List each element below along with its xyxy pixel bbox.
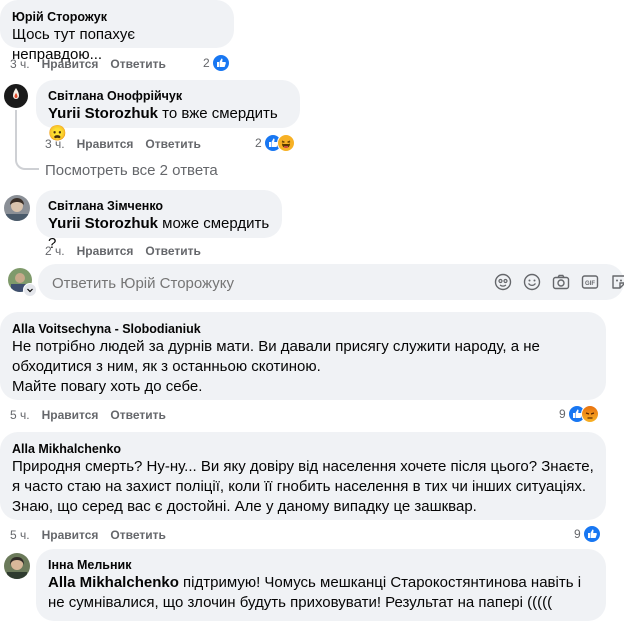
comment-text: Не потрібно людей за дурнів мати. Ви дав… [12, 338, 540, 395]
reply-input-container[interactable]: GIF [38, 264, 624, 302]
comment-bubble: Юрій Сторожук Щось тут попахує неправдою… [0, 0, 234, 63]
timestamp[interactable]: 5 ч. [10, 528, 30, 542]
comment-author[interactable]: Юрій Сторожук [12, 9, 222, 25]
reaction-count: 2 [255, 136, 262, 150]
comment-actions: 5 ч. Нравится Ответить [10, 408, 166, 422]
reply-button[interactable]: Ответить [110, 528, 165, 542]
angry-reaction-icon [580, 405, 599, 423]
mention-link[interactable]: Yurii Storozhuk [48, 215, 158, 232]
reaction-summary[interactable]: 2 [255, 134, 295, 152]
reaction-count: 9 [574, 527, 581, 541]
avatar-dropdown-icon[interactable] [23, 283, 37, 297]
camera-icon[interactable] [552, 273, 570, 291]
comment-actions: 2 ч. Нравится Ответить [45, 244, 201, 258]
like-button[interactable]: Нравится [42, 57, 99, 71]
svg-text:GIF: GIF [585, 281, 595, 287]
avatar[interactable] [4, 84, 28, 108]
reaction-summary[interactable]: 2 [203, 54, 230, 72]
comment-author[interactable]: Alla Voitsechyna - Slobodianiuk [12, 321, 594, 337]
comment-actions: 3 ч. Нравится Ответить [45, 137, 201, 151]
timestamp[interactable]: 5 ч. [10, 408, 30, 422]
avatar[interactable] [4, 553, 30, 579]
reaction-summary[interactable]: 9 [574, 525, 601, 543]
like-reaction-icon [211, 54, 230, 72]
reply-button[interactable]: Ответить [145, 244, 200, 258]
like-button[interactable]: Нравится [77, 137, 134, 151]
comment-actions: 3 ч. Нравится Ответить [10, 57, 166, 71]
mention-link[interactable]: Yurii Storozhuk [48, 105, 158, 122]
comment-author[interactable]: Світлана Зімченко [48, 198, 270, 214]
comment-bubble: Світлана Онофрійчук Yurii Storozhuk то в… [36, 80, 300, 142]
comment-actions: 5 ч. Нравится Ответить [10, 528, 166, 542]
reaction-summary[interactable]: 9 [559, 405, 599, 423]
comment-author[interactable]: Інна Мельник [48, 557, 594, 573]
reply-button[interactable]: Ответить [110, 57, 165, 71]
reaction-count: 9 [559, 407, 566, 421]
like-button[interactable]: Нравится [42, 408, 99, 422]
avatar[interactable] [4, 195, 30, 221]
avatar-sticker-icon[interactable] [494, 273, 512, 291]
haha-reaction-icon [276, 134, 295, 152]
gif-icon[interactable]: GIF [581, 273, 599, 291]
comment-bubble: Alla Mikhalchenko Природня смерть? Ну-ну… [0, 432, 606, 520]
reply-button[interactable]: Ответить [145, 137, 200, 151]
view-replies-link[interactable]: Посмотреть все 2 ответа [45, 162, 218, 179]
reply-tools: GIF [494, 273, 624, 291]
reaction-count: 2 [203, 56, 210, 70]
comment-bubble: Інна Мельник Alla Mikhalchenko підтримую… [36, 549, 606, 621]
comment-author[interactable]: Alla Mikhalchenko [12, 441, 594, 457]
like-button[interactable]: Нравится [42, 528, 99, 542]
reply-input[interactable] [50, 264, 474, 302]
mention-link[interactable]: Alla Mikhalchenko [48, 574, 179, 591]
like-button[interactable]: Нравится [77, 244, 134, 258]
thread-line-curve [15, 150, 39, 170]
comment-text: Природня смерть? Ну-ну... Ви яку довіру … [12, 458, 594, 515]
timestamp[interactable]: 3 ч. [45, 137, 65, 151]
comment-author[interactable]: Світлана Онофрійчук [48, 88, 288, 104]
sticker-icon[interactable] [610, 273, 624, 291]
comment-bubble: Світлана Зімченко Yurii Storozhuk може с… [36, 190, 282, 252]
reply-button[interactable]: Ответить [110, 408, 165, 422]
emoji-icon[interactable] [523, 273, 541, 291]
like-reaction-icon [582, 525, 601, 543]
timestamp[interactable]: 3 ч. [10, 57, 30, 71]
comment-bubble: Alla Voitsechyna - Slobodianiuk Не потрі… [0, 312, 606, 400]
timestamp[interactable]: 2 ч. [45, 244, 65, 258]
comment-text: Alla Mikhalchenko підтримую! Чомусь мешк… [48, 574, 582, 611]
